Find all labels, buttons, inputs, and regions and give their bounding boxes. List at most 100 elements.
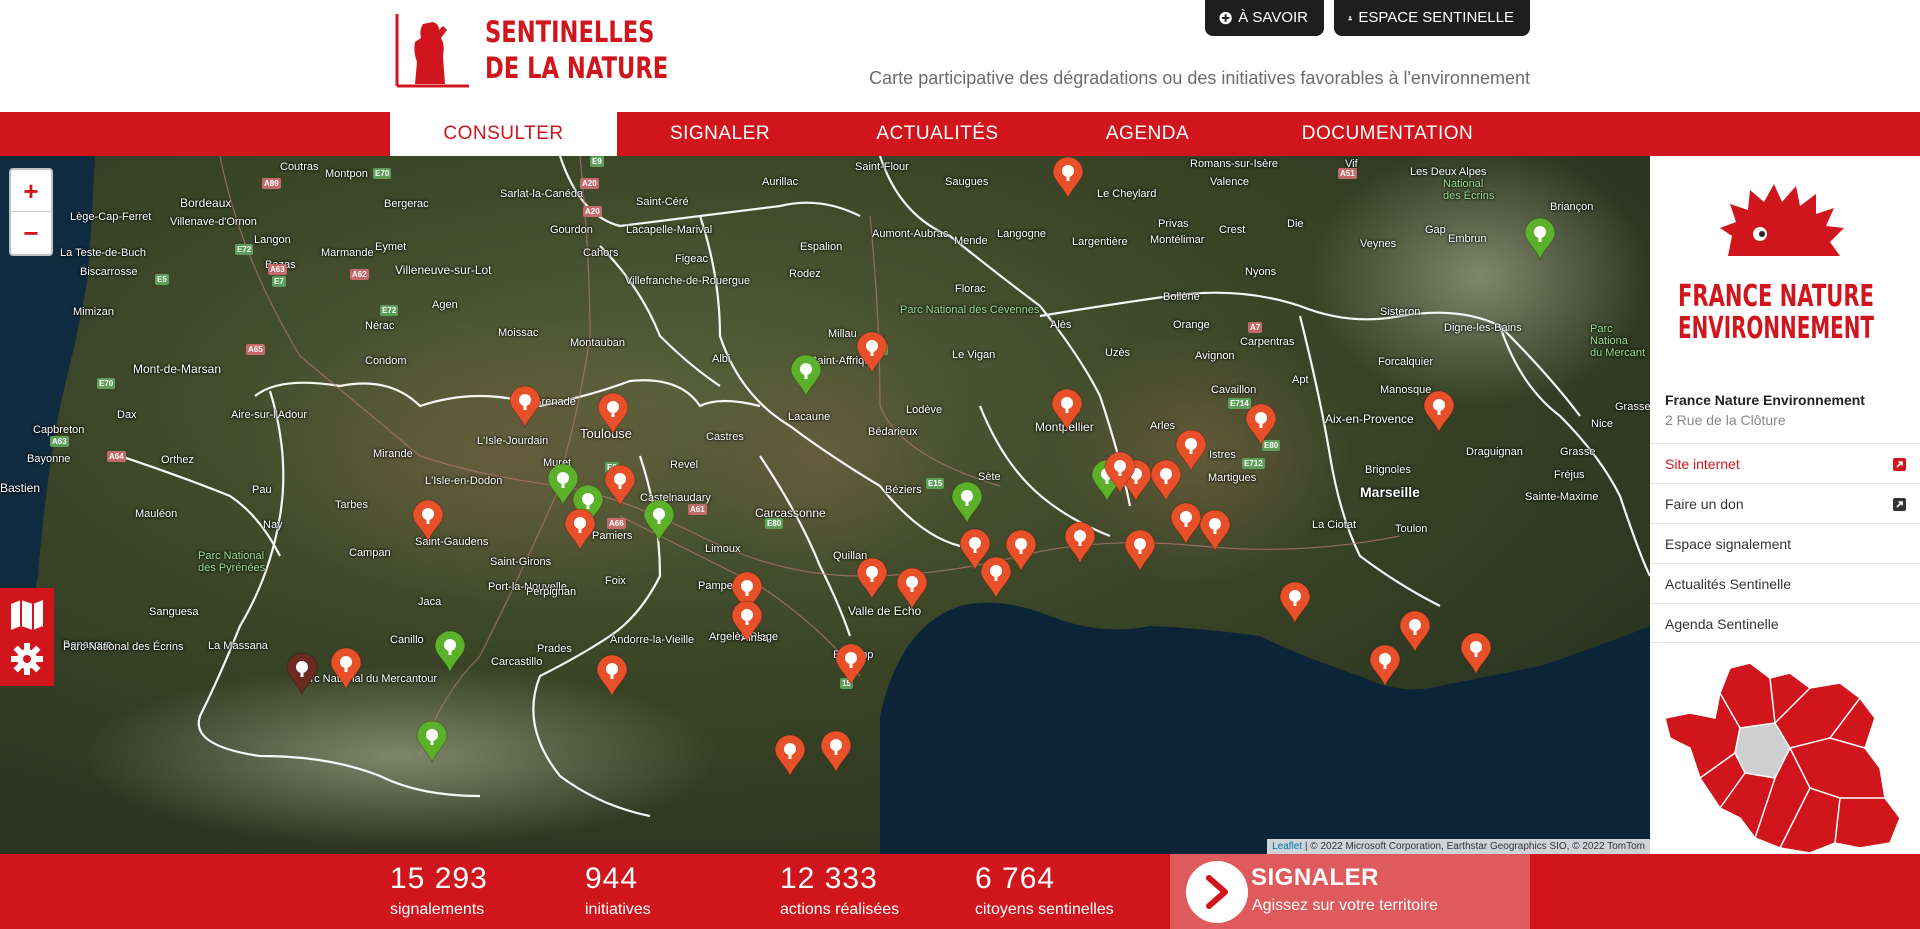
stat-value: 12 333	[780, 862, 878, 895]
map-icon	[11, 600, 43, 630]
report-marker[interactable]	[1399, 610, 1431, 654]
org-address: 2 Rue de la Clôture	[1665, 412, 1786, 428]
report-marker[interactable]	[731, 600, 763, 644]
report-marker[interactable]	[1369, 644, 1401, 688]
nav-consulter[interactable]: CONSULTER	[390, 112, 617, 156]
stat-label: signalements	[390, 901, 485, 918]
header: SENTINELLES DE LA NATURE À SAVOIR ESPACE…	[0, 0, 1920, 112]
report-marker[interactable]	[434, 630, 466, 674]
user-icon	[1348, 16, 1353, 21]
espace-signalement-link[interactable]: Espace signalement	[1650, 523, 1920, 563]
report-marker[interactable]	[896, 567, 928, 611]
actualites-sentinelle-link[interactable]: Actualités Sentinelle	[1650, 563, 1920, 603]
report-marker[interactable]	[1150, 459, 1182, 503]
nav-agenda[interactable]: AGENDA	[1060, 112, 1235, 156]
report-marker[interactable]	[1170, 502, 1202, 546]
report-marker[interactable]	[774, 734, 806, 778]
stat-label: citoyens sentinelles	[975, 901, 1114, 918]
logo-text: SENTINELLES DE LA NATURE	[485, 14, 668, 86]
site-internet-link[interactable]: Site internet	[1650, 443, 1920, 483]
report-marker[interactable]	[1005, 529, 1037, 573]
link-label: Espace signalement	[1665, 536, 1792, 552]
stat-label: actions réalisées	[780, 901, 900, 918]
report-marker[interactable]	[951, 481, 983, 525]
stat-value: 944	[585, 862, 639, 895]
report-marker[interactable]	[1199, 509, 1231, 553]
signaler-cta[interactable]: SIGNALER Agissez sur votre territoire	[1170, 854, 1530, 929]
link-label: Actualités Sentinelle	[1665, 576, 1792, 592]
tagline: Carte participative des dégradations ou …	[869, 68, 1530, 88]
report-marker[interactable]	[1064, 521, 1096, 565]
stat-value: 15 293	[390, 862, 488, 895]
faire-un-don-link[interactable]: Faire un don	[1650, 483, 1920, 523]
report-marker[interactable]	[1052, 156, 1084, 200]
report-marker[interactable]	[1051, 388, 1083, 432]
report-marker[interactable]	[1460, 632, 1492, 676]
map-settings-button[interactable]	[0, 632, 54, 686]
logo-line-1: SENTINELLES	[485, 15, 655, 49]
nav-actualites[interactable]: ACTUALITÉS	[845, 112, 1030, 156]
espace-sentinelle-label: ESPACE SENTINELLE	[1358, 9, 1514, 26]
external-link-icon	[1893, 458, 1906, 471]
france-regions-map[interactable]	[1660, 658, 1920, 858]
report-marker[interactable]	[509, 385, 541, 429]
sentinelles-logo[interactable]: SENTINELLES DE LA NATURE	[393, 12, 668, 92]
gear-icon	[11, 643, 43, 675]
report-marker[interactable]	[604, 464, 636, 508]
report-marker[interactable]	[1524, 217, 1556, 261]
attribution-text: | © 2022 Microsoft Corporation, Earthsta…	[1302, 841, 1645, 852]
report-marker[interactable]	[1245, 403, 1277, 447]
logo-line-2: DE LA NATURE	[485, 51, 669, 85]
report-marker[interactable]	[856, 331, 888, 375]
report-marker[interactable]	[596, 654, 628, 698]
main-nav: CONSULTER SIGNALER ACTUALITÉS AGENDA DOC…	[0, 112, 1920, 156]
zoom-control: + −	[9, 168, 53, 256]
link-label: Site internet	[1665, 456, 1740, 472]
espace-sentinelle-button[interactable]: ESPACE SENTINELLE	[1334, 0, 1530, 36]
report-markers	[286, 156, 1556, 778]
stat-label: initiatives	[585, 901, 651, 918]
report-marker[interactable]	[1279, 581, 1311, 625]
organization-panel: FRANCE NATURE ENVIRONNEMENT France Natur…	[1650, 156, 1920, 854]
plus-circle-icon	[1219, 11, 1232, 25]
a-savoir-label: À SAVOIR	[1238, 9, 1308, 26]
report-marker[interactable]	[835, 643, 867, 687]
nav-signaler[interactable]: SIGNALER	[617, 112, 823, 156]
map-attribution: Leaflet | © 2022 Microsoft Corporation, …	[1267, 839, 1650, 854]
map[interactable]: Coutras Montpon Saint-Flour Aurillac Sau…	[0, 156, 1650, 854]
stat-value: 6 764	[975, 862, 1056, 895]
report-marker[interactable]	[1124, 529, 1156, 573]
stats-bar: 15 293 signalements 944 initiatives 12 3…	[0, 854, 1920, 929]
report-marker[interactable]	[820, 730, 852, 774]
zoom-out-button[interactable]: −	[11, 212, 51, 254]
agenda-sentinelle-link[interactable]: Agenda Sentinelle	[1650, 603, 1920, 643]
leaflet-link[interactable]: Leaflet	[1272, 841, 1302, 852]
stat-signalements: 15 293 signalements	[390, 862, 488, 920]
report-marker[interactable]	[597, 392, 629, 436]
stat-initiatives: 944 initiatives	[585, 862, 651, 920]
a-savoir-button[interactable]: À SAVOIR	[1205, 0, 1324, 36]
zoom-in-button[interactable]: +	[11, 170, 51, 212]
report-marker[interactable]	[564, 508, 596, 552]
fne-logo: FRANCE NATURE ENVIRONNEMENT	[1678, 184, 1874, 346]
report-marker[interactable]	[412, 499, 444, 543]
report-marker[interactable]	[1175, 429, 1207, 473]
report-marker[interactable]	[980, 556, 1012, 600]
nav-documentation[interactable]: DOCUMENTATION	[1270, 112, 1505, 156]
stat-citoyens: 6 764 citoyens sentinelles	[975, 862, 1114, 920]
report-marker[interactable]	[416, 720, 448, 764]
link-label: Agenda Sentinelle	[1665, 616, 1779, 632]
cta-title: SIGNALER	[1251, 864, 1380, 891]
report-marker[interactable]	[790, 354, 822, 398]
report-marker[interactable]	[1423, 390, 1455, 434]
report-marker[interactable]	[330, 647, 362, 691]
report-marker[interactable]	[856, 557, 888, 601]
chevron-right-circle-icon	[1186, 861, 1248, 923]
fne-logo-line-1: FRANCE NATURE	[1678, 279, 1874, 314]
report-marker[interactable]	[643, 499, 675, 543]
external-link-icon	[1893, 498, 1906, 511]
cta-subtitle: Agissez sur votre territoire	[1252, 897, 1438, 914]
org-name: France Nature Environnement	[1665, 392, 1865, 408]
link-label: Faire un don	[1665, 496, 1744, 512]
report-marker[interactable]	[286, 652, 318, 696]
